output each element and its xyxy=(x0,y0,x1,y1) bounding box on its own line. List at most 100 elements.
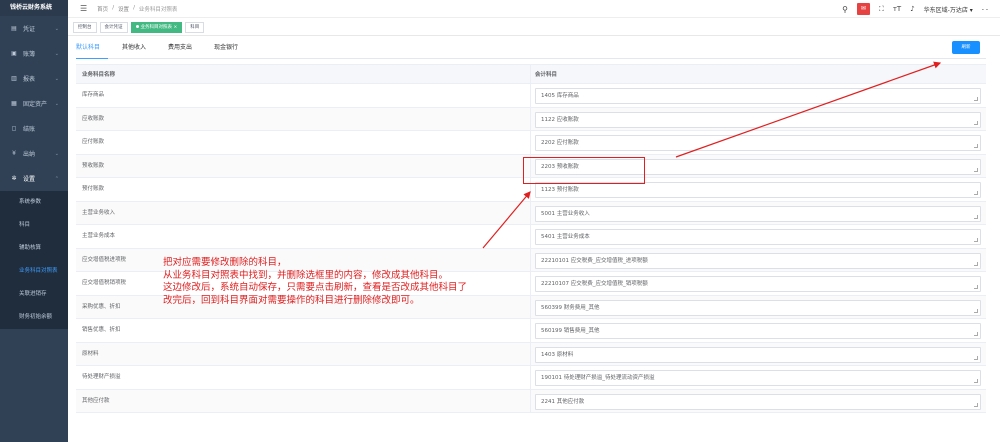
submenu-auxiliary[interactable]: 辅助核算 xyxy=(0,237,68,260)
sidebar-item-cashier[interactable]: ¥ 出纳 ⌄ xyxy=(0,141,68,166)
business-subject-name: 主营业务收入 xyxy=(76,201,531,224)
sidebar-item-fixed-assets[interactable]: ▦ 固定资产 ⌄ xyxy=(0,91,68,116)
table-row: 主营业务成本 5401 主营业务成本 xyxy=(76,225,986,249)
business-subject-name: 其他应付款 xyxy=(76,389,531,412)
tab-default-subject[interactable]: 默认科目 xyxy=(76,37,109,59)
tab-other-income[interactable]: 其他收入 xyxy=(122,37,154,59)
font-size-icon[interactable]: ᴛT xyxy=(893,5,901,13)
table-row: 应付账款 2202 应付账款 xyxy=(76,131,986,155)
account-input[interactable]: 2203 预收账款 xyxy=(535,158,981,175)
account-input[interactable]: 2241 其他应付款 xyxy=(535,393,981,410)
chevron-down-icon: ⌄ xyxy=(54,100,59,107)
sidebar: 钱桥云财务系统 ▤ 凭证 ⌄ ▣ 账簿 ⌄ ▥ 报表 ⌄ ▦ 固定资产 ⌄ ◻ … xyxy=(0,0,68,442)
breadcrumb-current: 业务科目对照表 xyxy=(138,6,178,13)
table-row: 原材料 1403 原材料 xyxy=(76,342,986,366)
table-row: 销售优惠、折扣 560199 销售费用_其他 xyxy=(76,319,986,343)
tab-cash-bank[interactable]: 现金银行 xyxy=(214,37,246,59)
account-input[interactable]: 2202 应付账款 xyxy=(535,135,981,151)
account-cell: 560399 财务费用_其他 xyxy=(531,296,986,319)
user-menu[interactable]: - - xyxy=(982,6,988,13)
chart-icon: ▥ xyxy=(11,75,17,82)
account-input[interactable]: 1123 预付账款 xyxy=(535,182,981,198)
tags-view: 控制台 会计凭证 业务科目对照表 × 科目 xyxy=(68,19,1000,36)
annotation-line: 把对应需要修改删除的科目， xyxy=(163,257,287,268)
close-icon[interactable]: × xyxy=(173,25,177,30)
app-title: 钱桥云财务系统 xyxy=(0,0,68,16)
sidebar-item-closing[interactable]: ◻ 结账 xyxy=(0,116,68,141)
tag-business-subject-map[interactable]: 业务科目对照表 × xyxy=(130,21,183,33)
account-input[interactable]: 1403 原材料 xyxy=(535,346,981,363)
submenu-inventory-link[interactable]: 关联进销存 xyxy=(0,283,68,306)
grid-icon: ▦ xyxy=(11,100,17,107)
account-input[interactable]: 22210101 应交税费_应交增值税_进项税额 xyxy=(535,252,981,269)
table-row: 待处理财产损溢 190101 待处理财产损溢_待处理流动资产损溢 xyxy=(76,366,986,390)
table-row: 预付账款 1123 预付账款 xyxy=(76,178,986,202)
table-row: 应收账款 1122 应收账款 xyxy=(76,107,986,131)
account-cell: 22210107 应交税费_应交增值税_销项税额 xyxy=(531,272,986,295)
fullscreen-icon[interactable]: ⛶ xyxy=(879,5,884,14)
breadcrumb: 首页 / 设置 / 业务科目对照表 xyxy=(97,5,177,13)
sidebar-item-label: 结账 xyxy=(23,126,36,133)
breadcrumb-home[interactable]: 首页 xyxy=(97,5,108,13)
chevron-down-icon: ⌄ xyxy=(54,50,59,57)
tag-console[interactable]: 控制台 xyxy=(73,21,97,33)
settings-submenu: 系统参数 科目 辅助核算 业务科目对照表 关联进销存 财务初始余额 xyxy=(0,191,68,329)
annotation-line: 改完后，回到科目界面对需要操作的科目进行删除修改即可。 xyxy=(163,294,420,306)
account-cell: 5001 主营业务收入 xyxy=(531,202,986,225)
business-subject-name: 预收账款 xyxy=(76,154,531,177)
bell-icon[interactable]: ♪ xyxy=(910,5,914,13)
breadcrumb-settings[interactable]: 设置 xyxy=(118,5,129,13)
sidebar-item-label: 出纳 xyxy=(23,151,36,158)
sidebar-item-voucher[interactable]: ▤ 凭证 ⌄ xyxy=(0,16,68,41)
account-input[interactable]: 1405 库存商品 xyxy=(535,88,981,104)
sidebar-item-settings[interactable]: ✲ 设置 ⌃ xyxy=(0,166,68,191)
gear-icon: ✲ xyxy=(11,175,17,182)
tag-label: 业务科目对照表 xyxy=(140,24,173,30)
notification-icon[interactable]: ✉ xyxy=(856,3,870,15)
business-subject-name: 库存商品 xyxy=(76,84,531,107)
business-subject-name: 应收账款 xyxy=(76,107,531,130)
account-input[interactable]: 190101 待处理财产损溢_待处理流动资产损溢 xyxy=(535,370,981,386)
business-subject-name: 预付账款 xyxy=(76,178,531,201)
account-cell: 2202 应付账款 xyxy=(531,131,986,154)
sidebar-item-book[interactable]: ▣ 账簿 ⌄ xyxy=(0,41,68,66)
breadcrumb-sep: / xyxy=(133,4,135,11)
account-input[interactable]: 5401 主营业务成本 xyxy=(535,229,981,245)
table-row: 其他应付款 2241 其他应付款 xyxy=(76,389,986,413)
chevron-up-icon: ⌃ xyxy=(54,175,59,182)
store-selector[interactable]: 华东区域-万达店 ▾ xyxy=(924,5,973,14)
account-input[interactable]: 560399 财务费用_其他 xyxy=(535,299,981,316)
subject-tabs: 默认科目 其他收入 费用支出 现金银行 刷新 xyxy=(76,37,986,59)
business-subject-name: 待处理财产损溢 xyxy=(76,366,531,389)
sidebar-item-label: 报表 xyxy=(23,76,36,83)
account-cell: 190101 待处理财产损溢_待处理流动资产损溢 xyxy=(531,366,986,389)
submenu-initial-balance[interactable]: 财务初始余额 xyxy=(0,306,68,329)
refresh-button[interactable]: 刷新 xyxy=(952,41,980,54)
window-icon: ◻ xyxy=(11,125,17,132)
account-input[interactable]: 22210107 应交税费_应交增值税_销项税额 xyxy=(535,276,981,292)
chevron-down-icon: ⌄ xyxy=(54,75,59,82)
annotation-line: 从业务科目对照表中找到，并删除选框里的内容，修改成其他科目。 xyxy=(163,269,449,281)
sidebar-item-report[interactable]: ▥ 报表 ⌄ xyxy=(0,66,68,91)
sidebar-item-label: 凭证 xyxy=(23,26,36,33)
submenu-subjects[interactable]: 科目 xyxy=(0,214,68,237)
account-input[interactable]: 1122 应收账款 xyxy=(535,111,981,128)
tag-voucher[interactable]: 会计凭证 xyxy=(99,21,128,33)
tag-subjects[interactable]: 科目 xyxy=(185,21,205,33)
submenu-business-subject-map[interactable]: 业务科目对照表 xyxy=(0,260,68,283)
top-bar: ☰ 首页 / 设置 / 业务科目对照表 ⚲ ✉ ⛶ ᴛT ♪ 华东区域-万达店 … xyxy=(68,0,1000,18)
chevron-down-icon: ⌄ xyxy=(54,25,59,32)
submenu-system-params[interactable]: 系统参数 xyxy=(0,191,68,214)
tab-expense[interactable]: 费用支出 xyxy=(168,37,200,59)
account-input[interactable]: 560199 销售费用_其他 xyxy=(535,323,981,339)
column-header-account: 会计科目 xyxy=(535,72,558,78)
hamburger-icon[interactable]: ☰ xyxy=(80,4,87,13)
sidebar-item-label: 固定资产 xyxy=(23,101,48,108)
subject-map-table: 业务科目名称 会计科目 库存商品 1405 库存商品 应收账款 1122 应收账款 应付… xyxy=(76,64,986,413)
table-body: 库存商品 1405 库存商品 应收账款 1122 应收账款 应付账款 2202 应付账款预… xyxy=(76,84,986,413)
business-subject-name: 销售优惠、折扣 xyxy=(76,319,531,342)
search-icon[interactable]: ⚲ xyxy=(842,5,848,14)
table-row: 预收账款 2203 预收账款 xyxy=(76,154,986,178)
account-cell: 1122 应收账款 xyxy=(531,108,986,131)
account-input[interactable]: 5001 主营业务收入 xyxy=(535,205,981,222)
